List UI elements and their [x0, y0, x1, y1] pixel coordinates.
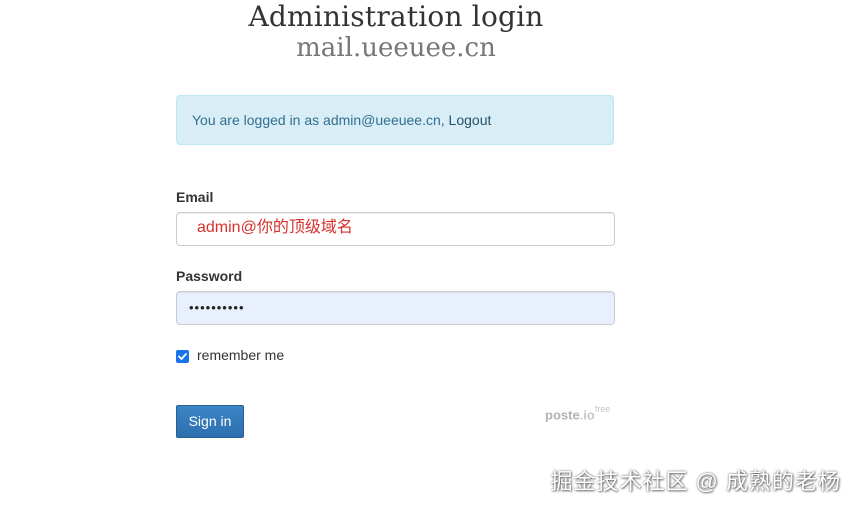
logged-in-alert: You are logged in as admin@ueeuee.cn, Lo…	[176, 95, 614, 145]
brand-edition: free	[594, 404, 611, 414]
brand-name: poste	[545, 407, 580, 423]
remember-me-checkbox[interactable]	[176, 350, 189, 363]
alert-message: You are logged in as admin@ueeuee.cn,	[192, 112, 445, 128]
page-subtitle: mail.ueeuee.cn	[296, 33, 496, 63]
page-title: Administration login	[248, 0, 544, 33]
poste-io-logo: poste.iofree	[545, 404, 611, 423]
remember-me-label: remember me	[197, 347, 285, 363]
remember-me-row[interactable]: remember me	[176, 347, 284, 363]
email-field-value: admin@你的顶级域名	[197, 219, 353, 236]
password-label: Password	[176, 268, 243, 284]
login-page: Administration login mail.ueeuee.cn You …	[0, 0, 857, 509]
password-field[interactable]: ••••••••••	[176, 291, 615, 325]
email-label: Email	[176, 189, 214, 205]
password-field-value: ••••••••••	[189, 300, 245, 315]
watermark: 掘金技术社区 @ 成熟的老杨	[550, 469, 841, 494]
logout-link[interactable]: Logout	[449, 112, 492, 128]
checkmark-icon	[178, 353, 187, 360]
email-field[interactable]: admin@你的顶级域名	[176, 212, 615, 246]
brand-tld: .io	[579, 407, 595, 423]
sign-in-button[interactable]: Sign in	[176, 405, 244, 438]
